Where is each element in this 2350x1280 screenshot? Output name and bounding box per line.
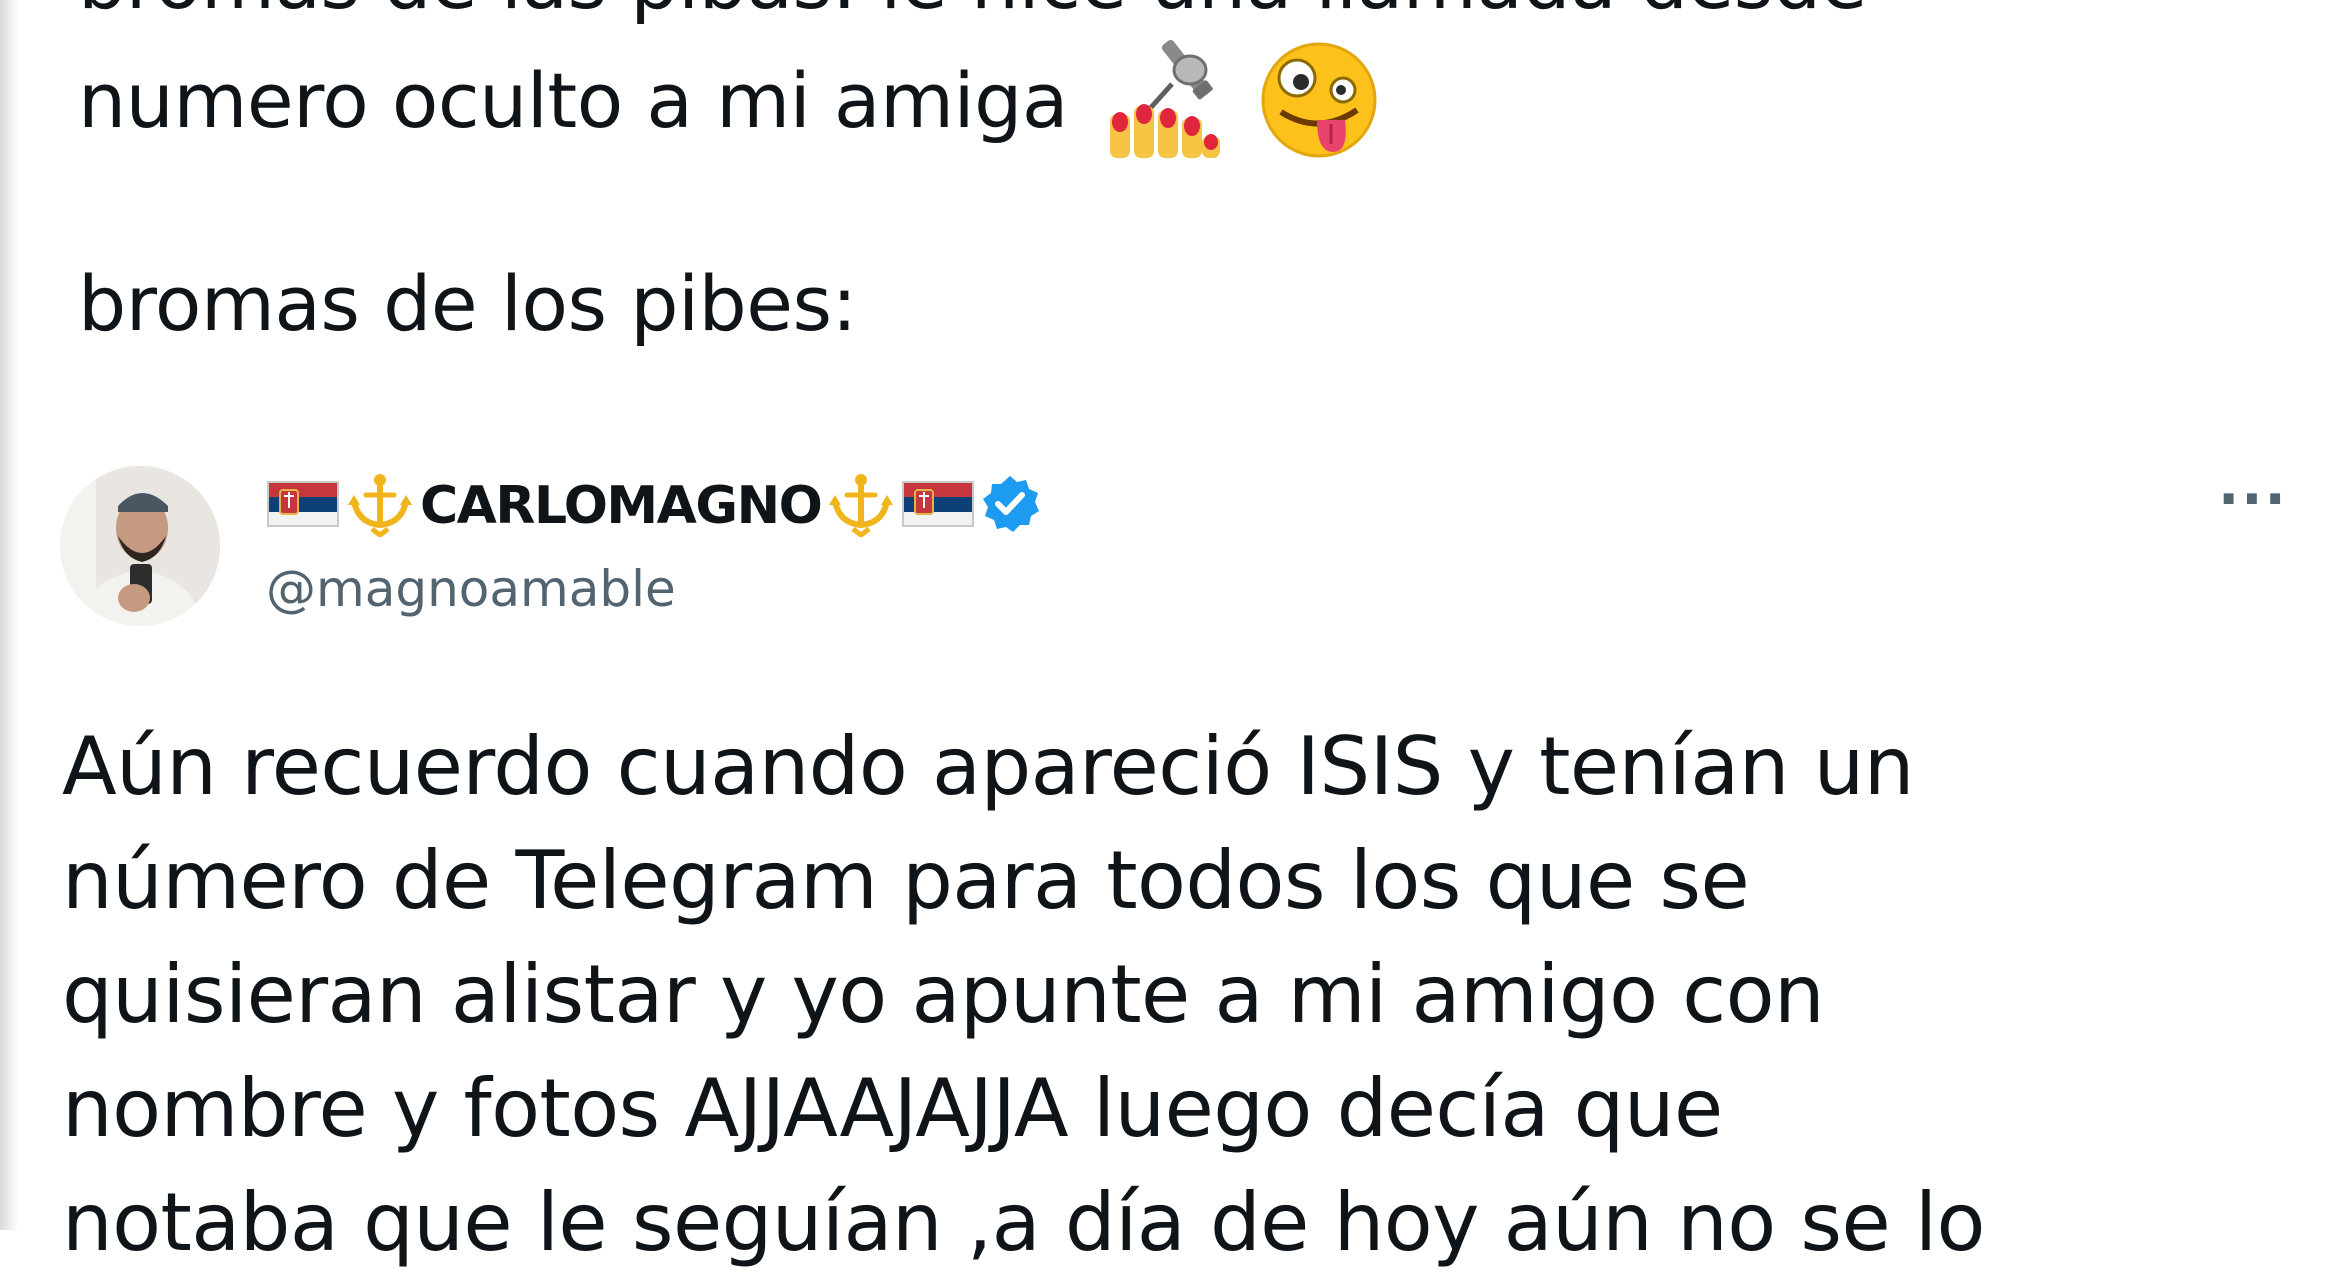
caption-line-1: bromas de las pibas: le hice una llamada…: [78, 0, 1867, 20]
nail-polish-emoji-icon: [1102, 39, 1226, 172]
caption-line-2-text: numero oculto a mi amiga: [78, 56, 1068, 145]
serbia-flag-icon: [901, 478, 975, 534]
caption-line-2: numero oculto a mi amiga: [78, 39, 1379, 172]
display-name: CARLOMAGNO: [420, 476, 823, 536]
tweet-body-line: nombre y fotos AJJAAJAJJA luego decía qu…: [62, 1062, 1723, 1155]
avatar[interactable]: [60, 466, 220, 626]
tweet-body-line: Aún recuerdo cuando apareció ISIS y tení…: [62, 720, 1914, 813]
tweet-body-line: número de Telegram para todos los que se: [62, 834, 1750, 927]
tweet-body-line: quisieran alistar y yo apunte a mi amigo…: [62, 948, 1825, 1041]
trident-icon: [825, 471, 897, 541]
zany-face-emoji-icon: [1259, 40, 1379, 172]
tweet-body-line: notaba que le seguían ,a día de hoy aún …: [62, 1176, 1985, 1269]
display-name-row[interactable]: CARLOMAGNO: [266, 473, 1041, 539]
caption-line-3: bromas de los pibes:: [78, 259, 857, 348]
tweet-body: Aún recuerdo cuando apareció ISIS y tení…: [62, 710, 2312, 1280]
more-options-icon[interactable]: ···: [2218, 472, 2288, 528]
trident-icon: [344, 471, 416, 541]
verified-badge-icon: [979, 473, 1041, 539]
serbia-flag-icon: [266, 478, 340, 534]
user-handle[interactable]: @magnoamable: [266, 560, 676, 618]
page-edge-shadow: [0, 0, 18, 1230]
